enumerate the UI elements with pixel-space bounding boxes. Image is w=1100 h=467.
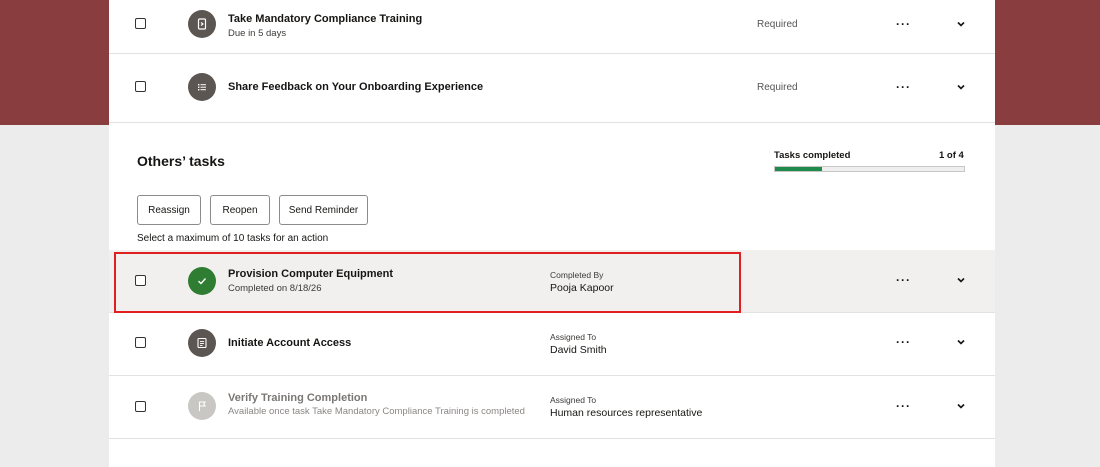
chevron-down-icon[interactable] <box>956 401 966 411</box>
progress-fill <box>775 167 823 171</box>
selection-helper-text: Select a maximum of 10 tasks for an acti… <box>137 233 329 244</box>
assignee-value: David Smith <box>550 344 607 356</box>
chevron-down-icon[interactable] <box>956 337 966 347</box>
assignee-label: Assigned To <box>550 395 597 405</box>
task-row[interactable]: Provision Computer Equipment Completed o… <box>109 250 995 313</box>
assignee-label: Completed By <box>550 270 604 280</box>
more-actions-button[interactable]: ··· <box>896 336 911 348</box>
task-icon <box>188 329 216 357</box>
task-subtitle: Available once task Take Mandatory Compl… <box>228 406 525 417</box>
task-subtitle: Due in 5 days <box>228 28 287 39</box>
task-row[interactable]: Initiate Account Access Assigned To Davi… <box>109 313 995 376</box>
task-title: Verify Training Completion <box>228 392 368 404</box>
list-icon <box>188 73 216 101</box>
chevron-down-icon[interactable] <box>956 19 966 29</box>
progress-bar <box>774 166 965 172</box>
assignee-value: Pooja Kapoor <box>550 282 614 294</box>
task-title[interactable]: Provision Computer Equipment <box>228 268 393 280</box>
task-title[interactable]: Initiate Account Access <box>228 337 351 349</box>
send-reminder-button[interactable]: Send Reminder <box>279 195 368 225</box>
assignee-value: Human resources representative <box>550 407 703 419</box>
task-checkbox[interactable] <box>135 275 146 286</box>
task-row[interactable]: Verify Training Completion Available onc… <box>109 376 995 439</box>
more-actions-button[interactable]: ··· <box>896 274 911 286</box>
flag-icon <box>188 392 216 420</box>
assignee-label: Assigned To <box>550 332 597 342</box>
task-checkbox[interactable] <box>135 18 146 29</box>
check-icon <box>188 267 216 295</box>
task-row[interactable]: Take Mandatory Compliance Training Due i… <box>109 0 995 54</box>
more-actions-button[interactable]: ··· <box>896 81 911 93</box>
task-status: Required <box>757 19 798 30</box>
chevron-down-icon[interactable] <box>956 82 966 92</box>
task-row[interactable]: Share Feedback on Your Onboarding Experi… <box>109 54 995 123</box>
task-title[interactable]: Take Mandatory Compliance Training <box>228 13 422 25</box>
chevron-down-icon[interactable] <box>956 275 966 285</box>
document-icon <box>188 10 216 38</box>
section-title: Others’ tasks <box>137 153 225 169</box>
reopen-button[interactable]: Reopen <box>210 195 270 225</box>
task-subtitle: Completed on 8/18/26 <box>228 283 322 294</box>
task-checkbox[interactable] <box>135 81 146 92</box>
progress-label: Tasks completed <box>774 150 851 161</box>
task-checkbox[interactable] <box>135 401 146 412</box>
progress-count: 1 of 4 <box>939 150 964 161</box>
more-actions-button[interactable]: ··· <box>896 400 911 412</box>
reassign-button[interactable]: Reassign <box>137 195 201 225</box>
task-checkbox[interactable] <box>135 337 146 348</box>
task-status: Required <box>757 82 798 93</box>
tasks-card: Take Mandatory Compliance Training Due i… <box>109 0 995 467</box>
task-title[interactable]: Share Feedback on Your Onboarding Experi… <box>228 81 483 93</box>
more-actions-button[interactable]: ··· <box>896 18 911 30</box>
